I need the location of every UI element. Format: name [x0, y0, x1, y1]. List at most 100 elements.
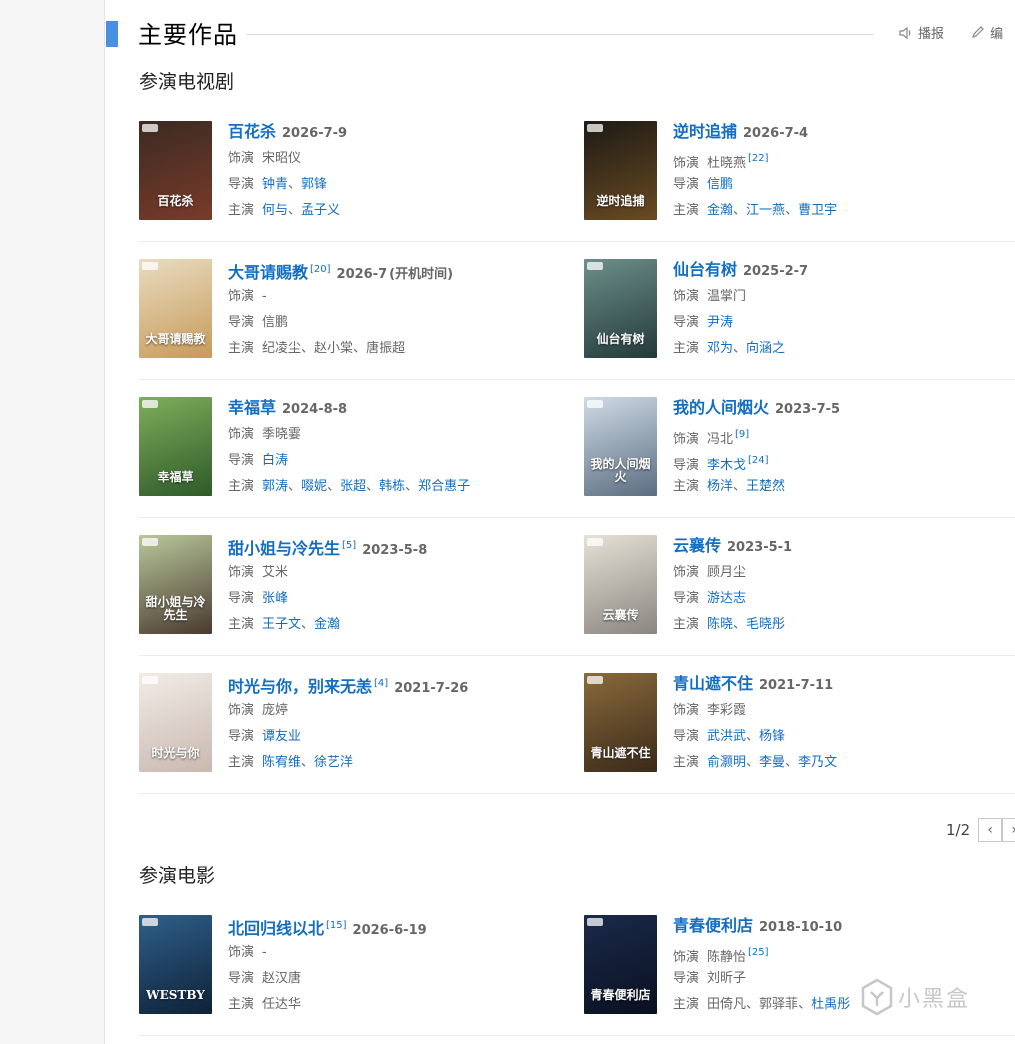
reference-link[interactable]: [20] [310, 264, 331, 275]
poster-image[interactable]: 仙台有树 [584, 259, 657, 358]
role-line: 饰演 冯北 [9] [673, 421, 1003, 447]
cast-name[interactable]: 杜禹彤 [811, 997, 850, 1012]
poster-image[interactable]: 时光与你 [139, 673, 212, 772]
cast-name[interactable]: 郭涛 [262, 479, 288, 494]
cast-name[interactable]: 韩栋 [379, 479, 405, 494]
role-line: 饰演 季晓霎 [228, 421, 558, 447]
cast-name[interactable]: 邓为 [707, 341, 733, 356]
work-title-link[interactable]: 我的人间烟火 [673, 398, 769, 417]
reference-link[interactable]: [9] [735, 429, 749, 440]
directors-name[interactable]: 谭友业 [262, 729, 301, 744]
cast-line: 主演 任达华 [228, 991, 558, 1017]
directors-name[interactable]: 钟青 [262, 177, 288, 192]
work-card: 云襄传 云襄传 2023-5-1 饰演 顾月尘 导演 游达志 主演 陈晓、毛晓彤 [584, 535, 1004, 635]
directors-name[interactable]: 武洪武 [707, 729, 746, 744]
reference-link[interactable]: [25] [748, 947, 769, 958]
cast-name[interactable]: 曹卫宇 [798, 203, 837, 218]
cast-name[interactable]: 金瀚 [314, 617, 340, 632]
work-date: 2025-2-7 [743, 264, 809, 279]
next-page-button[interactable]: › [1002, 818, 1015, 842]
directors-name[interactable]: 杨锋 [759, 729, 785, 744]
directors-name[interactable]: 白涛 [262, 453, 288, 468]
cast-name[interactable]: 陈晓 [707, 617, 733, 632]
poster-image[interactable]: 青春便利店 [584, 915, 657, 1014]
cast-name[interactable]: 郑合惠子 [418, 479, 470, 494]
poster-image[interactable]: 甜小姐与冷先生 [139, 535, 212, 634]
edit-button[interactable]: 编 [970, 23, 1003, 42]
work-row: 甜小姐与冷先生 甜小姐与冷先生 [5] 2023-5-8 饰演 艾米 导演 张峰 主演 王子文、金… [139, 518, 1015, 656]
report-button[interactable]: 播报 [898, 23, 944, 42]
poster-image[interactable]: 大哥请赐教 [139, 259, 212, 358]
cast-name[interactable]: 金瀚 [707, 203, 733, 218]
cast-name[interactable]: 李乃文 [798, 755, 837, 770]
director-line: 导演 信鹏 [228, 309, 558, 335]
cast-line: 主演 郭涛、啜妮、张超、韩栋、郑合惠子 [228, 473, 558, 499]
role-value: 李彩霞 [707, 703, 747, 718]
work-title-link[interactable]: 大哥请赐教 [228, 263, 308, 282]
cast-name[interactable]: 张超 [340, 479, 366, 494]
poster-image[interactable]: 百花杀 [139, 121, 212, 220]
work-info: 大哥请赐教 [20] 2026-7 (开机时间) 饰演 - 导演 信鹏 主演 纪凌尘、赵小棠、唐振… [228, 259, 558, 361]
work-title-link[interactable]: 青山遮不住 [673, 674, 753, 693]
cast-name[interactable]: 毛晓彤 [746, 617, 785, 632]
directors-name[interactable]: 郭锋 [301, 177, 327, 192]
cast-name[interactable]: 孟子义 [301, 203, 340, 218]
role-label: 饰演 [673, 289, 700, 304]
director-line: 导演 白涛 [228, 447, 558, 473]
cast-name[interactable]: 徐艺洋 [314, 755, 353, 770]
cast-name: 唐振超 [366, 341, 406, 356]
reference-link[interactable]: [24] [748, 455, 769, 466]
work-title-line: 云襄传 2023-5-1 [673, 535, 1003, 557]
name-separator: 、 [798, 997, 812, 1012]
poster-image[interactable]: WESTBY [139, 915, 212, 1014]
cast-name: 郭驿菲 [759, 997, 799, 1012]
poster-image[interactable]: 云襄传 [584, 535, 657, 634]
cast-name[interactable]: 王楚然 [746, 479, 785, 494]
work-title-link[interactable]: 北回归线以北 [228, 919, 324, 938]
cast-name[interactable]: 啜妮 [301, 479, 327, 494]
role-line: 饰演 杜晓燕 [22] [673, 145, 1003, 171]
role-label: 饰演 [673, 950, 700, 965]
work-title-line: 时光与你，别来无恙 [4] 2021-7-26 [228, 673, 558, 696]
cast-name[interactable]: 向涵之 [746, 341, 785, 356]
cast-name[interactable]: 王子文 [262, 617, 301, 632]
work-title-link[interactable]: 时光与你，别来无恙 [228, 677, 372, 696]
reference-link[interactable]: [15] [326, 920, 347, 931]
tv-subtitle: 参演电视剧 [139, 71, 235, 93]
work-title-link[interactable]: 逆时追捕 [673, 122, 737, 141]
role-line: 饰演 陈静怡 [25] [673, 939, 1003, 965]
cast-label: 主演 [673, 341, 700, 356]
role-label: 饰演 [228, 565, 255, 580]
director-line: 导演 谭友业 [228, 723, 558, 749]
reference-link[interactable]: [22] [748, 153, 769, 164]
reference-link[interactable]: [5] [342, 540, 356, 551]
cast-name: 任达华 [262, 997, 302, 1012]
poster-image[interactable]: 幸福草 [139, 397, 212, 496]
work-title-link[interactable]: 仙台有树 [673, 260, 737, 279]
cast-name[interactable]: 何与 [262, 203, 288, 218]
directors-name[interactable]: 信鹏 [707, 177, 733, 192]
work-title-line: 百花杀 2026-7-9 [228, 121, 558, 143]
poster-image[interactable]: 青山遮不住 [584, 673, 657, 772]
cast-name[interactable]: 杨洋 [707, 479, 733, 494]
poster-image[interactable]: 我的人间烟火 [584, 397, 657, 496]
directors-name[interactable]: 李木戈 [707, 458, 746, 473]
cast-name[interactable]: 李曼 [759, 755, 785, 770]
work-title-link[interactable]: 甜小姐与冷先生 [228, 539, 340, 558]
reference-link[interactable]: [4] [374, 678, 388, 689]
cast-name: 纪凌尘 [262, 341, 302, 356]
name-separator: 、 [733, 341, 747, 356]
directors-name[interactable]: 尹涛 [707, 315, 733, 330]
prev-page-button[interactable]: ‹ [978, 818, 1003, 842]
poster-image[interactable]: 逆时追捕 [584, 121, 657, 220]
directors-name[interactable]: 游达志 [707, 591, 746, 606]
directors-name[interactable]: 张峰 [262, 591, 288, 606]
cast-name[interactable]: 陈宥维 [262, 755, 301, 770]
cast-line: 主演 杨洋、王楚然 [673, 473, 1003, 499]
work-title-link[interactable]: 云襄传 [673, 536, 721, 555]
work-title-link[interactable]: 百花杀 [228, 122, 276, 141]
cast-name[interactable]: 江一燕 [746, 203, 785, 218]
work-title-link[interactable]: 幸福草 [228, 398, 276, 417]
work-title-link[interactable]: 青春便利店 [673, 916, 753, 935]
cast-name[interactable]: 俞灏明 [707, 755, 746, 770]
